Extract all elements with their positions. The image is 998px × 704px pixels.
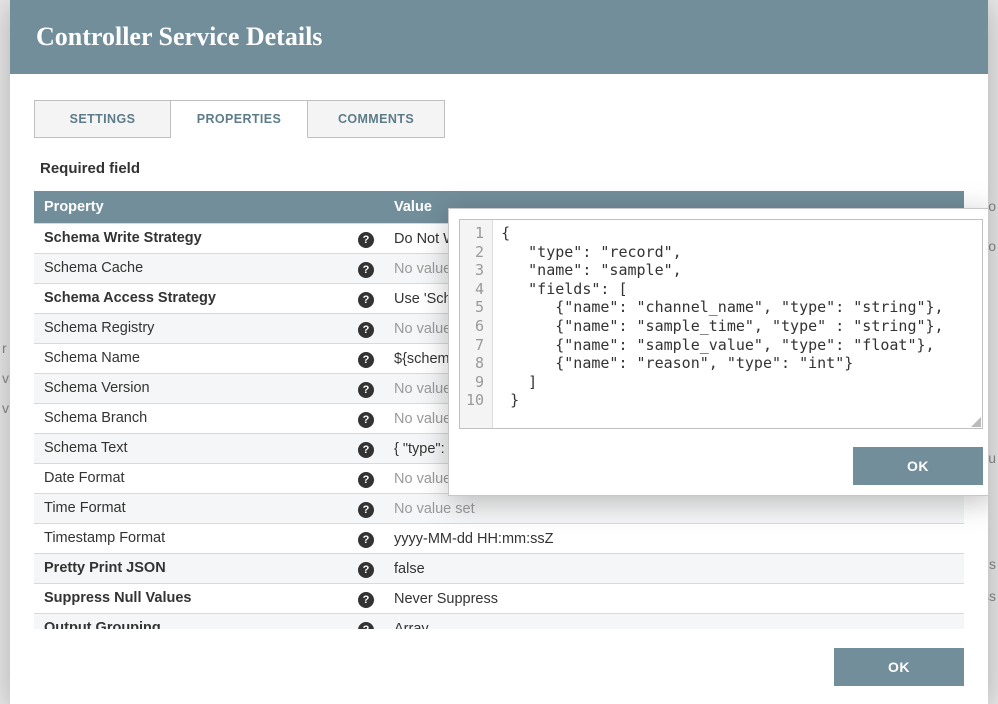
dialog-tabs: SETTINGS PROPERTIES COMMENTS (34, 100, 964, 138)
background-text: o (988, 238, 996, 254)
help-icon[interactable]: ? (358, 322, 374, 338)
property-name: Pretty Print JSON? (34, 554, 384, 584)
help-icon[interactable]: ? (358, 352, 374, 368)
row-gap (714, 494, 964, 524)
help-icon[interactable]: ? (358, 292, 374, 308)
property-value[interactable]: false (384, 554, 714, 584)
property-name: Schema Access Strategy? (34, 284, 384, 314)
property-value[interactable]: Array (384, 614, 714, 630)
tab-properties[interactable]: PROPERTIES (171, 100, 308, 138)
required-field-label: Required field (40, 160, 964, 177)
property-name: Schema Version? (34, 374, 384, 404)
table-row[interactable]: Timestamp Format?yyyy-MM-dd HH:mm:ssZ (34, 524, 964, 554)
help-icon[interactable]: ? (358, 472, 374, 488)
property-name: Output Grouping? (34, 614, 384, 630)
help-icon[interactable]: ? (358, 442, 374, 458)
help-icon[interactable]: ? (358, 592, 374, 608)
help-icon[interactable]: ? (358, 412, 374, 428)
table-row[interactable]: Suppress Null Values?Never Suppress (34, 584, 964, 614)
background-text: r (2, 340, 7, 356)
tab-comments[interactable]: COMMENTS (308, 100, 445, 138)
help-icon[interactable]: ? (358, 232, 374, 248)
popover-ok-button[interactable]: OK (853, 447, 983, 485)
editor-resize-handle[interactable] (971, 417, 981, 427)
tab-settings[interactable]: SETTINGS (34, 100, 171, 138)
property-name: Schema Cache? (34, 254, 384, 284)
property-name: Schema Branch? (34, 404, 384, 434)
column-header-property: Property (34, 191, 384, 224)
dialog-title: Controller Service Details (10, 0, 988, 74)
background-text: s (989, 556, 996, 572)
background-text: v (2, 400, 9, 416)
row-gap (714, 524, 964, 554)
row-gap (714, 554, 964, 584)
property-name: Schema Name? (34, 344, 384, 374)
help-icon[interactable]: ? (358, 382, 374, 398)
help-icon[interactable]: ? (358, 502, 374, 518)
property-value[interactable]: Never Suppress (384, 584, 714, 614)
dialog-ok-button[interactable]: OK (834, 648, 964, 686)
editor-line-gutter: 1 2 3 4 5 6 7 8 9 10 (460, 220, 493, 428)
property-name: Schema Registry? (34, 314, 384, 344)
property-name: Date Format? (34, 464, 384, 494)
property-value[interactable]: No value set (384, 494, 714, 524)
row-gap (714, 584, 964, 614)
table-row[interactable]: Output Grouping?Array (34, 614, 964, 630)
help-icon[interactable]: ? (358, 562, 374, 578)
property-name: Timestamp Format? (34, 524, 384, 554)
help-icon[interactable]: ? (358, 262, 374, 278)
controller-service-details-dialog: Controller Service Details SETTINGS PROP… (10, 0, 988, 704)
property-name: Time Format? (34, 494, 384, 524)
schema-text-popover: 1 2 3 4 5 6 7 8 9 10 { "type": "record",… (448, 208, 988, 496)
help-icon[interactable]: ? (358, 532, 374, 548)
property-name: Suppress Null Values? (34, 584, 384, 614)
property-value[interactable]: yyyy-MM-dd HH:mm:ssZ (384, 524, 714, 554)
row-gap (714, 614, 964, 630)
help-icon[interactable]: ? (358, 622, 374, 629)
table-row[interactable]: Pretty Print JSON?false (34, 554, 964, 584)
table-row[interactable]: Time Format?No value set (34, 494, 964, 524)
schema-text-editor[interactable]: 1 2 3 4 5 6 7 8 9 10 { "type": "record",… (459, 219, 983, 429)
property-name: Schema Text? (34, 434, 384, 464)
editor-code-area[interactable]: { "type": "record", "name": "sample", "f… (493, 220, 982, 428)
property-name: Schema Write Strategy? (34, 224, 384, 254)
